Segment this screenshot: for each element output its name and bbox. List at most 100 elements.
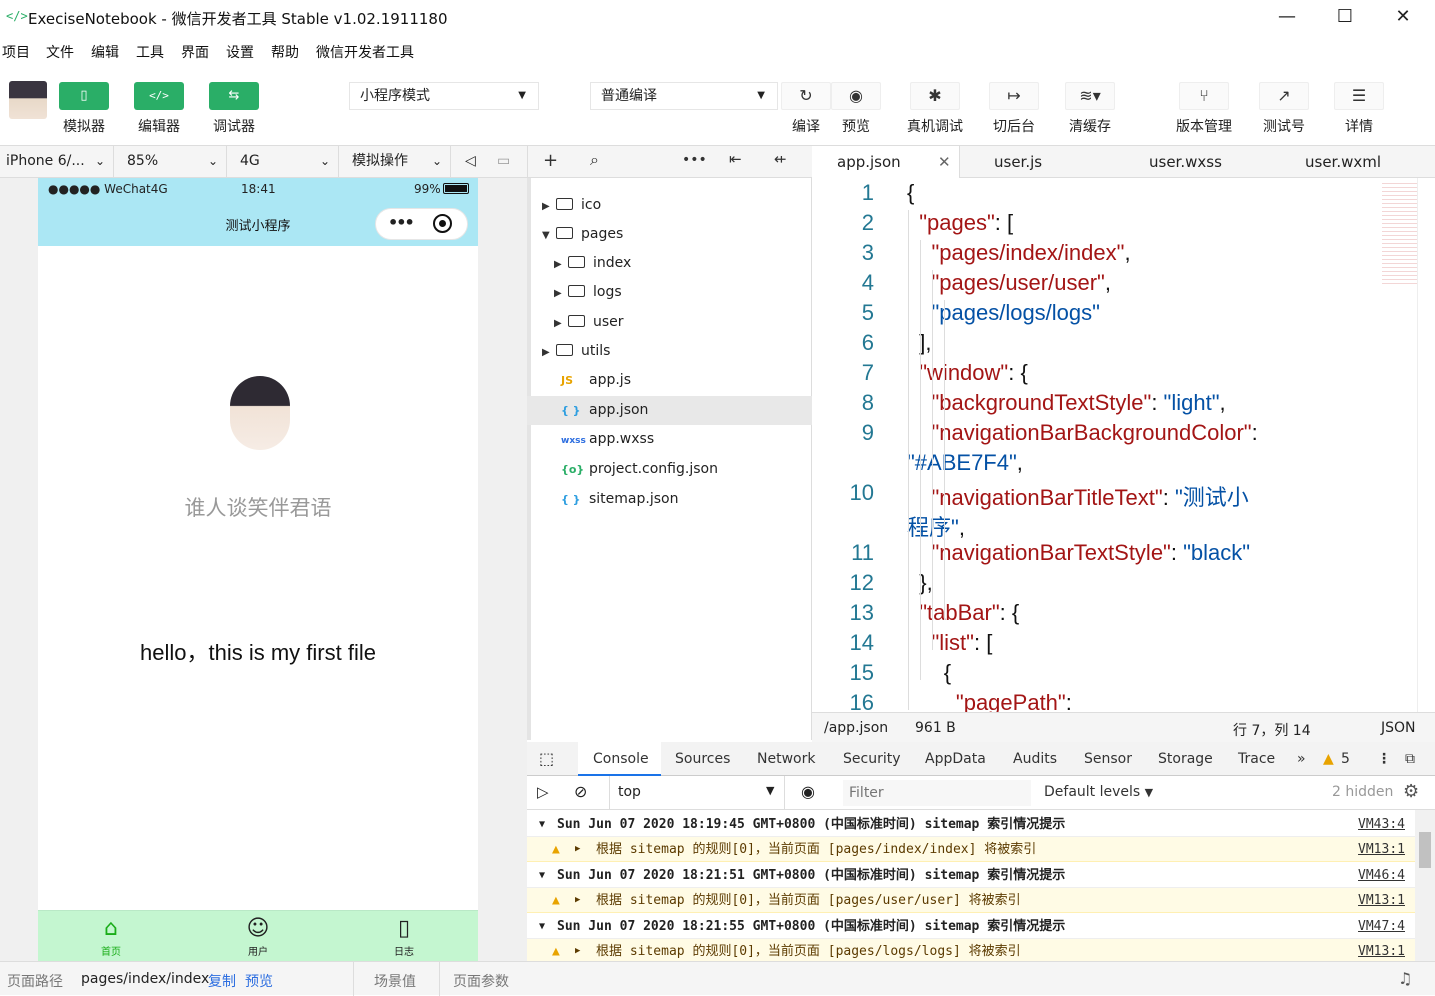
language-mode[interactable]: JSON [1381,720,1416,736]
console-warning-row[interactable]: ▲ ▶ 根据 sitemap 的规则[0]，当前页面 [pages/user/use… [527,888,1415,913]
menu-edit[interactable]: 编辑 [91,42,119,62]
editor-toggle-button[interactable]: </> [134,82,184,110]
tab-security[interactable]: Security [843,751,901,767]
compile-mode-select[interactable]: 普通编译 ▼ [590,82,778,110]
popout-button[interactable]: ▭ [491,146,527,177]
tree-folder-ico[interactable]: ▶ ico [542,191,601,220]
minimize-button[interactable]: — [1267,4,1307,30]
tab-network[interactable]: Network [757,751,815,767]
debugger-toggle-button[interactable]: ⇆ [209,82,259,110]
menu-help[interactable]: 帮助 [271,42,299,62]
tab-appdata[interactable]: AppData [925,751,986,767]
console-scrollbar[interactable] [1415,810,1435,961]
tab-home[interactable]: ⌂ 首页 [66,915,156,958]
zoom-select[interactable]: 85% ⌄ [114,146,227,177]
tab-storage[interactable]: Storage [1158,751,1213,767]
remote-debug-button[interactable]: ✱ [910,82,960,110]
add-icon[interactable]: + [543,150,558,171]
version-button[interactable]: ⑂ [1179,82,1229,110]
console-group-row[interactable]: ▼ Sun Jun 07 2020 18:21:51 GMT+0800 (中国标准… [527,863,1415,888]
tree-folder-index[interactable]: ▶ index [554,249,631,278]
details-button[interactable]: ☰ [1334,82,1384,110]
more-icon[interactable]: ••• [682,152,707,168]
tab-trace[interactable]: Trace [1238,751,1275,767]
tab-sources[interactable]: Sources [675,751,730,767]
tree-folder-user[interactable]: ▶ user [554,308,624,337]
source-link[interactable]: VM46:4 [1358,863,1405,888]
bell-icon[interactable]: ♫ [1398,969,1412,988]
source-link[interactable]: VM13:1 [1358,888,1405,913]
close-capsule-icon[interactable] [433,214,452,233]
log-levels-select[interactable]: Default levels ▼ [1044,784,1153,800]
tree-file-app-js[interactable]: JS app.js [561,366,631,395]
kebab-menu-icon[interactable]: ⋮ [1377,751,1391,767]
collapse-icon[interactable]: ⇤ [729,150,742,168]
tree-file-app-json[interactable]: { } app.json [527,396,812,425]
inspect-icon[interactable]: ⬚ [539,749,554,768]
preview-button[interactable]: ◉ [831,82,881,110]
tree-folder-logs[interactable]: ▶ logs [554,278,622,307]
more-tabs-icon[interactable]: » [1297,751,1306,767]
background-button[interactable]: ↦ [989,82,1039,110]
tree-folder-pages[interactable]: ▼ pages [542,220,623,249]
test-account-button[interactable]: ↗ [1259,82,1309,110]
tree-file-app-wxss[interactable]: wxss app.wxss [561,425,654,454]
tab-user-js[interactable]: user.js [994,146,1042,178]
console-group-row[interactable]: ▼ Sun Jun 07 2020 18:19:45 GMT+0800 (中国标准… [527,812,1415,837]
tab-logs[interactable]: ▯ 日志 [359,915,449,958]
tab-user-wxml[interactable]: user.wxml [1305,146,1381,178]
eye-icon[interactable]: ◉ [801,782,815,801]
mode-select[interactable]: 小程序模式 ▼ [349,82,539,110]
tab-sensor[interactable]: Sensor [1084,751,1132,767]
code-editor[interactable]: 1 2 3 4 5 6 7 8 9 10 11 12 13 14 15 16 { "pages": [ "pa… [812,178,1435,712]
sidebar-toggle-icon[interactable]: ⇷ [774,150,787,168]
sidebar-toggle-icon[interactable]: ▷ [537,783,549,801]
simulator-toggle-button[interactable]: ▯ [59,82,109,110]
network-select[interactable]: 4G ⌄ [227,146,339,177]
warning-count[interactable]: 5 [1341,751,1350,767]
clear-console-icon[interactable]: ⊘ [574,782,587,801]
dock-icon[interactable]: ⧉ [1405,751,1415,767]
console-group-row[interactable]: ▼ Sun Jun 07 2020 18:21:55 GMT+0800 (中国标准… [527,914,1415,939]
tab-audits[interactable]: Audits [1013,751,1057,767]
search-icon[interactable]: ⌕ [590,150,599,170]
cursor-position[interactable]: 行 7，列 14 [1233,720,1311,740]
gear-icon[interactable]: ⚙ [1403,781,1419,802]
source-link[interactable]: VM13:1 [1358,837,1405,862]
tab-user-wxss[interactable]: user.wxss [1149,146,1222,178]
menu-tools[interactable]: 工具 [136,42,164,62]
copy-link[interactable]: 复制 [208,971,236,991]
scrollbar-thumb[interactable] [1419,832,1431,868]
tab-app-json[interactable]: app.json ✕ [812,146,960,178]
menu-view[interactable]: 界面 [181,42,209,62]
tree-file-project-config[interactable]: {o} project.config.json [561,455,718,484]
device-select[interactable]: iPhone 6/... ⌄ [0,146,114,177]
tab-console[interactable]: Console [578,742,661,776]
user-avatar[interactable] [9,81,47,119]
preview-link[interactable]: 预览 [245,971,273,991]
menu-settings[interactable]: 设置 [226,42,254,62]
menu-file[interactable]: 文件 [46,42,74,62]
context-select[interactable]: top ▼ [609,776,785,809]
editor-scrollbar[interactable] [1417,178,1435,712]
tree-folder-utils[interactable]: ▶ utils [542,337,610,366]
minimap[interactable] [1382,180,1417,285]
compile-button[interactable]: ↻ [781,82,831,110]
tree-file-sitemap[interactable]: { } sitemap.json [561,485,678,514]
clear-cache-button[interactable]: ≋▾ [1065,82,1115,110]
maximize-button[interactable]: ☐ [1325,4,1365,30]
source-link[interactable]: VM47:4 [1358,914,1405,939]
menu-wechat-devtools[interactable]: 微信开发者工具 [316,42,414,62]
console-filter-input[interactable] [843,780,1031,806]
more-icon[interactable]: ••• [388,213,415,232]
page-params-button[interactable]: 页面参数 [453,971,509,991]
close-button[interactable]: ✕ [1383,4,1423,30]
scene-button[interactable]: 场景值 [374,971,416,991]
tab-user[interactable]: ☺ 用户 [213,915,303,958]
close-tab-icon[interactable]: ✕ [938,146,951,178]
console-warning-row[interactable]: ▲ ▶ 根据 sitemap 的规则[0]，当前页面 [pages/index/in… [527,837,1415,862]
sound-button[interactable]: ◁ [451,146,491,177]
menu-project[interactable]: 项目 [2,42,30,62]
source-link[interactable]: VM43:4 [1358,812,1405,837]
operation-select[interactable]: 模拟操作 ⌄ [339,146,451,177]
